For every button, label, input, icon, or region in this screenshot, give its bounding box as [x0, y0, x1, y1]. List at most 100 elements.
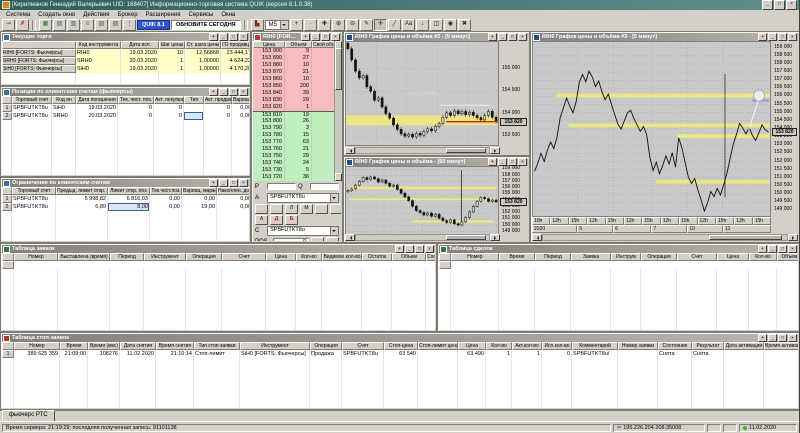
header-cell[interactable]: Стоп-цена [384, 342, 418, 350]
menu-item[interactable]: Окна [217, 12, 239, 18]
table-row[interactable]: SRH0 [FORTS: Фьючерсы]SRH020.03.202011,0… [2, 57, 249, 65]
book-price[interactable]: 153 850 [253, 83, 285, 90]
table-cell[interactable]: 1 [512, 350, 542, 358]
header-cell[interactable]: Тип стоп-заявки [194, 342, 240, 350]
header-cell[interactable]: Акт. продажа [204, 96, 232, 104]
book-own-volume[interactable] [312, 125, 335, 132]
header-cell[interactable]: Код ин [52, 96, 76, 104]
menu-item[interactable]: Расширения [142, 12, 185, 18]
header-cell[interactable] [2, 187, 12, 195]
scroll-thumb[interactable] [709, 235, 782, 240]
minimize-button[interactable]: _ [762, 0, 773, 10]
minimize-button[interactable]: _ [311, 33, 320, 41]
header-cell[interactable]: Ст. шага цены [185, 41, 221, 49]
table-cell[interactable]: 10 [159, 49, 185, 57]
table-cell[interactable]: SPBFUTKT8u [12, 104, 52, 112]
window-titlebar[interactable]: Таблица сделок ✦_□× [439, 245, 798, 253]
table-cell[interactable]: 1 [486, 350, 512, 358]
table-cell[interactable]: RIH0 [FORTS: Фьючерсы] [2, 49, 76, 57]
header-cell[interactable]: Заявка [571, 253, 611, 261]
minimize-button[interactable]: _ [768, 33, 777, 41]
erase-icon[interactable]: ✖ [458, 19, 471, 31]
header-cell[interactable]: Дата исп. [121, 41, 159, 49]
book-price[interactable]: 153 790 [253, 125, 285, 132]
book-price[interactable]: 153 730 [253, 167, 285, 174]
book-price[interactable]: 153 860 [253, 76, 285, 83]
maximize-button[interactable]: □ [778, 245, 787, 253]
account-select[interactable]: SPBFUTKT8u [267, 193, 339, 203]
table-row[interactable]: 2SPBFUTKT8u6,898,000,0019,000,00 [2, 203, 249, 211]
table-cell[interactable]: 19,00 [182, 203, 217, 211]
interval-combo[interactable]: M5 [265, 20, 289, 30]
table-cell[interactable] [418, 350, 458, 358]
table-cell[interactable]: 0,00 [232, 112, 249, 120]
table-cell[interactable]: 0,00 [217, 195, 249, 203]
book-price[interactable]: 153 800 [253, 118, 285, 125]
book-volume[interactable]: 5 [285, 167, 312, 174]
order-book-rows[interactable]: 153 9009153 89027153 88010153 87021153 8… [253, 48, 335, 181]
chart2-hscrollbar[interactable] [345, 147, 500, 154]
table-cell[interactable]: SiH0 [FORTS: Фьючерсы] [240, 350, 310, 358]
maximize-button[interactable]: □ [415, 245, 424, 253]
book-row[interactable]: 153 9009 [253, 48, 335, 55]
book-volume[interactable]: 10 [285, 76, 312, 83]
disconnect-icon[interactable]: ✗ [16, 19, 29, 31]
quick-order-button[interactable] [330, 204, 341, 214]
book-volume[interactable]: 36 [285, 174, 312, 181]
menu-item[interactable]: Создать окно [34, 12, 79, 18]
header-cell[interactable]: Дата снятия [120, 342, 156, 350]
table-cell[interactable]: SiH0 [FORTS: Фьючерсы] [2, 65, 76, 73]
quick-order-button[interactable]: Л [285, 204, 298, 214]
trades-table[interactable]: НомерВремяПериодЗаявкаИнструмОперацияСче… [439, 253, 798, 330]
table-cell[interactable]: 0,00 [150, 195, 182, 203]
header-cell[interactable] [2, 41, 76, 49]
chart3-hscrollbar[interactable] [532, 234, 798, 241]
columns-icon[interactable]: ≡ [81, 19, 94, 31]
header-cell[interactable]: Накоплен. доход [217, 187, 249, 195]
header-cell[interactable]: Цена [717, 253, 749, 261]
minimize-button[interactable]: _ [219, 88, 228, 96]
table-row[interactable]: RIH0 [FORTS: Фьючерсы]RIH019.03.20201012… [2, 49, 249, 57]
position-sell-button[interactable] [326, 237, 339, 242]
scroll-left-icon[interactable] [345, 234, 355, 241]
header-cell[interactable]: Операция [310, 342, 342, 350]
table-cell[interactable]: 19.03.2020 [121, 49, 159, 57]
scroll-thumb[interactable] [446, 148, 486, 153]
table-cell[interactable]: 108276 [88, 350, 120, 358]
close-button[interactable]: × [788, 245, 797, 253]
table-cell[interactable]: 4 624,22 [221, 57, 249, 65]
header-cell[interactable]: Цена [458, 342, 486, 350]
header-cell[interactable]: Торговый счет [12, 187, 56, 195]
close-button[interactable]: × [239, 179, 248, 187]
header-cell[interactable] [2, 253, 14, 261]
table-cell[interactable]: 19.03.2020 [76, 104, 118, 112]
hand-pan-icon[interactable]: ✛ [374, 19, 387, 31]
book-volume[interactable]: 29 [285, 153, 312, 160]
header-cell[interactable]: Время (мкс) [88, 342, 120, 350]
header-cell[interactable]: Номер заявки [618, 342, 658, 350]
header-cell[interactable]: Время [499, 253, 535, 261]
table-cell[interactable]: 0,00 [232, 104, 249, 112]
header-cell[interactable]: Лимит откр. поз. [108, 187, 150, 195]
table-cell[interactable]: 0,00 [182, 195, 217, 203]
table-cell[interactable]: 0 [118, 112, 154, 120]
book-price[interactable]: 153 870 [253, 69, 285, 76]
book-row[interactable]: 153 78015 [253, 132, 335, 139]
table-cell[interactable]: SRH0 [76, 57, 121, 65]
quick-order-button[interactable] [270, 204, 283, 214]
book-row[interactable]: 153 89027 [253, 55, 335, 62]
price-input[interactable] [267, 183, 296, 190]
minimize-button[interactable]: _ [219, 179, 228, 187]
header-cell[interactable]: Комментарий [572, 342, 618, 350]
chart60-plot[interactable] [345, 166, 499, 235]
move-icon[interactable]: ✚ [318, 19, 331, 31]
table-row[interactable]: 2SPBFUTKT8uSRH020.03.20200000,00 [2, 112, 249, 120]
minimize-button[interactable]: _ [498, 33, 507, 41]
update-today-button[interactable]: ОБНОВИТЕ СЕГОДНЯ [171, 20, 241, 30]
table-cell[interactable]: 63 490 [458, 350, 486, 358]
header-cell[interactable]: Тип [184, 96, 204, 104]
table-cell[interactable]: 389 625 359 [14, 350, 60, 358]
maximize-button[interactable]: □ [778, 334, 787, 342]
table-cell[interactable]: 2 [2, 203, 12, 211]
maximize-button[interactable]: □ [508, 33, 517, 41]
